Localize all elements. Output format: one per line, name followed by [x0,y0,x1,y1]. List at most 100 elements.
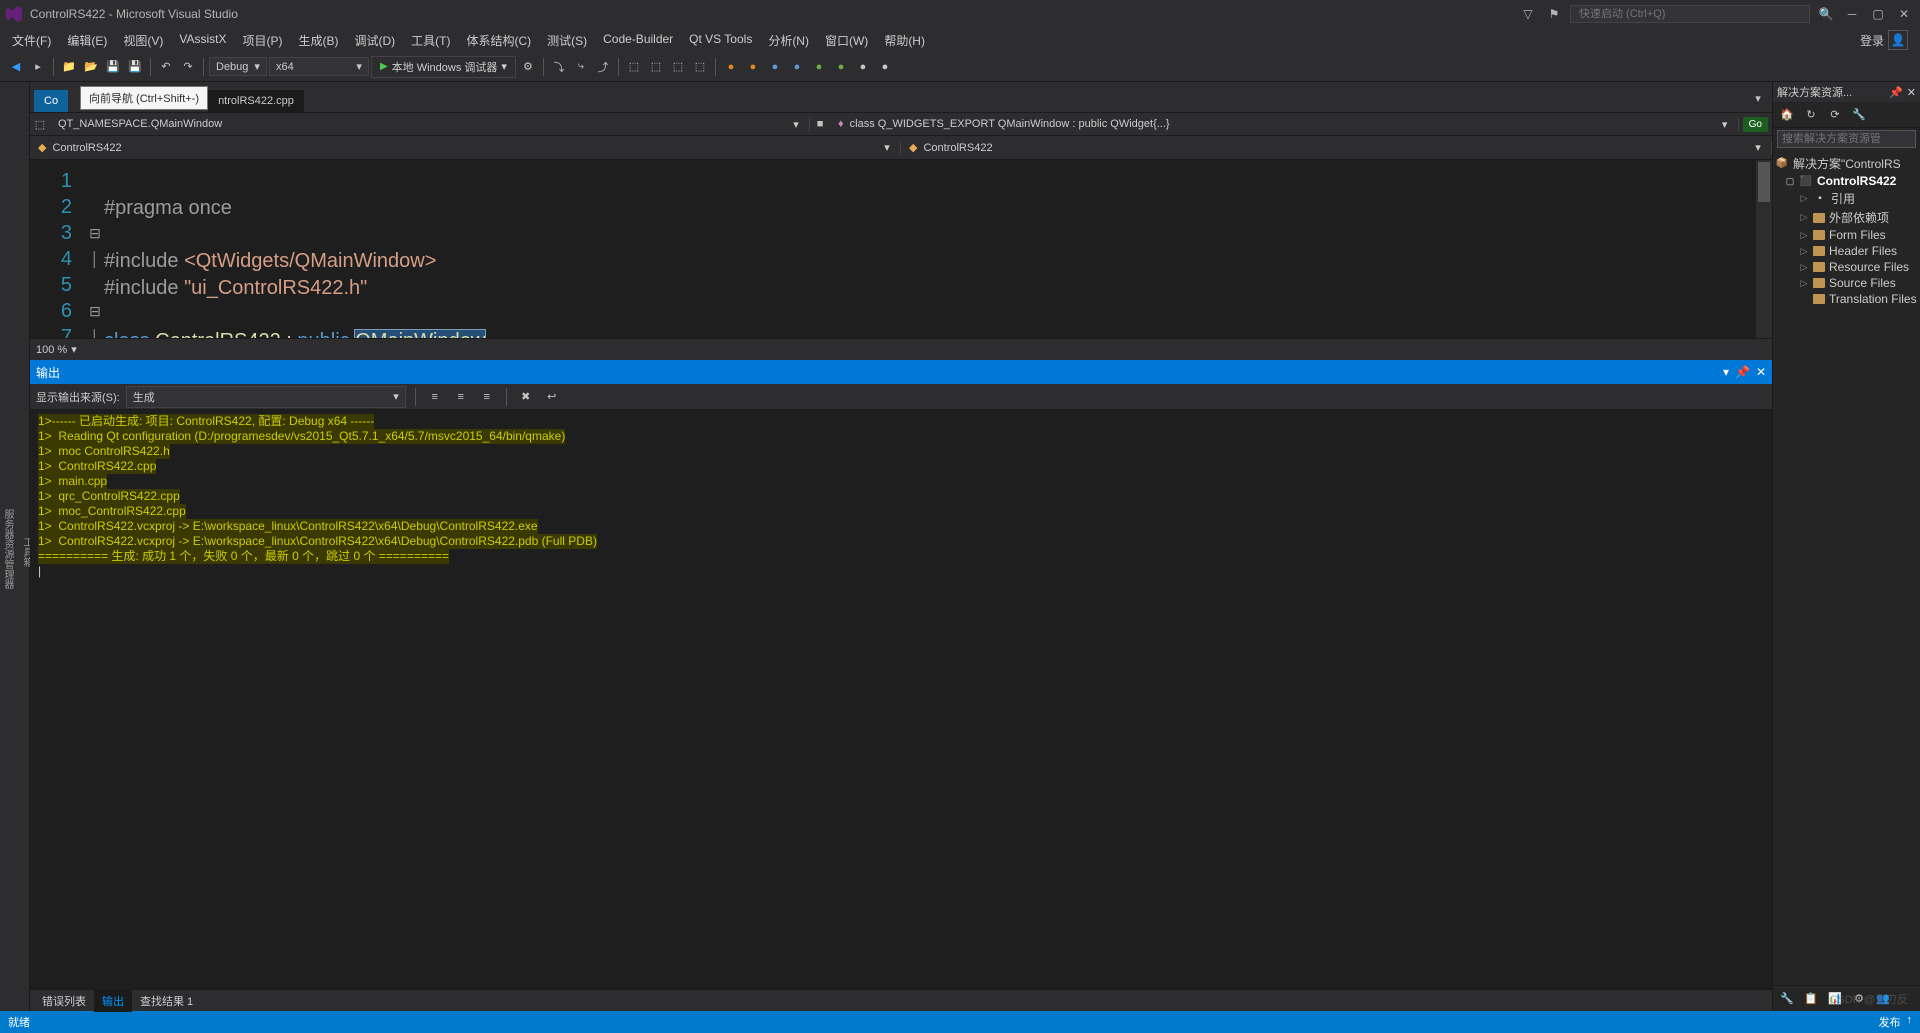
se-pin-icon[interactable]: 📌 [1889,86,1903,99]
output-tool3-icon[interactable]: ≡ [477,387,497,407]
close-button[interactable]: ✕ [1894,4,1914,24]
tb-q2-icon[interactable]: ⬚ [646,57,666,77]
open-icon[interactable]: 📂 [81,57,101,77]
menu-test[interactable]: 测试(S) [539,29,595,52]
tabs-dropdown-icon[interactable]: ▾ [1748,88,1768,108]
tb-r1-icon[interactable]: ● [721,57,741,77]
btab-output[interactable]: 输出 [94,990,132,1012]
se-close-icon[interactable]: ✕ [1907,86,1916,99]
project-node[interactable]: ▢⬛ControlRS422 [1775,173,1918,189]
quick-launch-input[interactable] [1570,5,1810,23]
se-sync-icon[interactable]: ⟳ [1825,105,1845,125]
output-wrap-icon[interactable]: ↩ [542,387,562,407]
menu-file[interactable]: 文件(F) [4,29,59,52]
tree-ext-deps[interactable]: ▷外部依赖项 [1775,208,1918,227]
output-pin-icon[interactable]: 📌 [1735,365,1750,379]
tb-r3-icon[interactable]: ● [765,57,785,77]
new-project-icon[interactable]: 📁 [59,57,79,77]
output-clear-icon[interactable]: ✖ [516,387,536,407]
menu-codebuilder[interactable]: Code-Builder [595,29,681,52]
output-tool1-icon[interactable]: ≡ [425,387,445,407]
account-icon[interactable]: 👤 [1888,30,1908,50]
document-tab-active[interactable]: Co [34,90,68,112]
output-tool2-icon[interactable]: ≡ [451,387,471,407]
tb-r5-icon[interactable]: ● [809,57,829,77]
menu-vassistx[interactable]: VAssistX [171,29,234,52]
start-debug-button[interactable]: ▶本地 Windows 调试器▾ [371,56,516,78]
menu-build[interactable]: 生成(B) [290,29,346,52]
filter-icon[interactable]: ▽ [1518,4,1538,24]
menu-window[interactable]: 窗口(W) [817,29,876,52]
nav-right-seg[interactable]: ♦ class Q_WIDGETS_EXPORT QMainWindow : p… [830,118,1739,131]
nav-left-seg[interactable]: QT_NAMESPACE.QMainWindow ▾ [50,118,810,131]
tree-form[interactable]: ▷Form Files [1775,227,1918,243]
btab-find[interactable]: 查找结果 1 [132,990,201,1012]
search-icon[interactable]: 🔍 [1816,4,1836,24]
server-explorer-tab[interactable]: 服务器资源管理器 [0,509,15,589]
tb-r7-icon[interactable]: ● [853,57,873,77]
tb-stepin-icon[interactable]: ⤷ [571,57,591,77]
tree-translation[interactable]: Translation Files [1775,291,1918,307]
tree-headers[interactable]: ▷Header Files [1775,243,1918,259]
platform-combo[interactable]: x64▾ [269,57,369,76]
login-link[interactable]: 登录 [1860,32,1884,49]
save-icon[interactable]: 💾 [103,57,123,77]
nav-i1-icon[interactable]: ⬚ [30,114,50,134]
solution-search-input[interactable] [1777,130,1916,148]
tb-q1-icon[interactable]: ⬚ [624,57,644,77]
tree-resource[interactable]: ▷Resource Files [1775,259,1918,275]
redo-icon[interactable]: ↷ [178,57,198,77]
minimize-button[interactable]: ─ [1842,4,1862,24]
save-all-icon[interactable]: 💾 [125,57,145,77]
class-left-seg[interactable]: ◆ControlRS422 ▾ [30,141,901,154]
output-text[interactable]: 1>------ 已启动生成: 项目: ControlRS422, 配置: De… [30,410,1772,989]
se-home-icon[interactable]: 🏠 [1777,105,1797,125]
tb-misc-icon[interactable]: ⚙ [518,57,538,77]
editor-scrollbar[interactable] [1756,160,1772,338]
class-right-seg[interactable]: ◆ControlRS422 ▾ [901,141,1772,154]
maximize-button[interactable]: ▢ [1868,4,1888,24]
tb-stepover-icon[interactable]: ⤵ [549,57,569,77]
menu-edit[interactable]: 编辑(E) [59,29,115,52]
se-bot1-icon[interactable]: 🔧 [1777,989,1797,1009]
output-close-icon[interactable]: ✕ [1756,365,1766,379]
menu-tools[interactable]: 工具(T) [403,29,458,52]
tb-q3-icon[interactable]: ⬚ [668,57,688,77]
config-combo[interactable]: Debug▾ [209,57,267,76]
tree-refs[interactable]: ▷▪引用 [1775,189,1918,208]
document-tab-secondary[interactable]: ntrolRS422.cpp [208,90,304,112]
se-refresh-icon[interactable]: ↻ [1801,105,1821,125]
tb-r6-icon[interactable]: ● [831,57,851,77]
code-content[interactable]: #pragma once #include <QtWidgets/QMainWi… [104,160,1772,338]
tb-stepout-icon[interactable]: ⤴ [593,57,613,77]
zoom-level[interactable]: 100 % [36,344,67,356]
nav-back-icon[interactable]: ◀ [6,57,26,77]
notify-icon[interactable]: ⚑ [1544,4,1564,24]
output-title-bar[interactable]: 输出 ▾ 📌 ✕ [30,360,1772,384]
undo-icon[interactable]: ↶ [156,57,176,77]
tb-q4-icon[interactable]: ⬚ [690,57,710,77]
status-icon[interactable]: ↑ [1907,1014,1913,1030]
tree-source[interactable]: ▷Source Files [1775,275,1918,291]
output-source-combo[interactable]: 生成▾ [126,386,406,408]
tb-r4-icon[interactable]: ● [787,57,807,77]
fold-gutter[interactable]: ⊟│ ⊟│ [86,160,104,338]
menu-debug[interactable]: 调试(D) [346,29,403,52]
menu-qt[interactable]: Qt VS Tools [681,29,760,52]
se-prop-icon[interactable]: 🔧 [1849,105,1869,125]
nav-fwd-icon[interactable]: ▸ [28,57,48,77]
status-publish[interactable]: 发布 [1879,1014,1901,1030]
output-dropdown-icon[interactable]: ▾ [1723,365,1729,379]
menu-help[interactable]: 帮助(H) [876,29,933,52]
menu-analyze[interactable]: 分析(N) [760,29,817,52]
se-bot2-icon[interactable]: 📋 [1801,989,1821,1009]
tb-r2-icon[interactable]: ● [743,57,763,77]
btab-errors[interactable]: 错误列表 [34,990,94,1012]
menu-project[interactable]: 项目(P) [234,29,290,52]
code-editor[interactable]: 1234567 ⊟│ ⊟│ #pragma once #include <QtW… [30,160,1772,338]
nav-i2-icon[interactable]: ■ [810,114,830,134]
go-button[interactable]: Go [1743,117,1768,132]
solution-root[interactable]: 📦解决方案"ControlRS [1775,154,1918,173]
menu-architecture[interactable]: 体系结构(C) [458,29,539,52]
menu-view[interactable]: 视图(V) [115,29,171,52]
